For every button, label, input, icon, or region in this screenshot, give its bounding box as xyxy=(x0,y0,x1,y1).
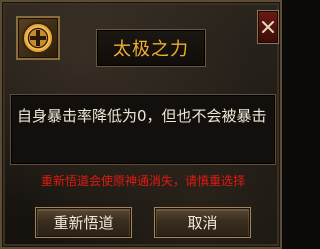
taiji-plus-icon xyxy=(22,22,54,54)
reset-button[interactable]: 重新悟道 xyxy=(35,207,132,238)
skill-description: 自身暴击率降低为0，但也不会被暴击 xyxy=(17,107,267,125)
cancel-button[interactable]: 取消 xyxy=(154,207,251,238)
skill-icon[interactable] xyxy=(16,16,60,60)
warning-text: 重新悟道会使原神通消失，请慎重选择 xyxy=(40,174,245,188)
close-icon xyxy=(262,21,274,33)
description-panel: 自身暴击率降低为0，但也不会被暴击 xyxy=(10,94,276,165)
skill-name: 太极之力 xyxy=(113,39,189,60)
skill-reset-dialog: 太极之力 自身暴击率降低为0，但也不会被暴击 重新悟道会使原神通消失，请慎重选择… xyxy=(0,0,282,249)
skill-title-box: 太极之力 xyxy=(96,29,206,67)
close-button[interactable] xyxy=(257,10,279,44)
